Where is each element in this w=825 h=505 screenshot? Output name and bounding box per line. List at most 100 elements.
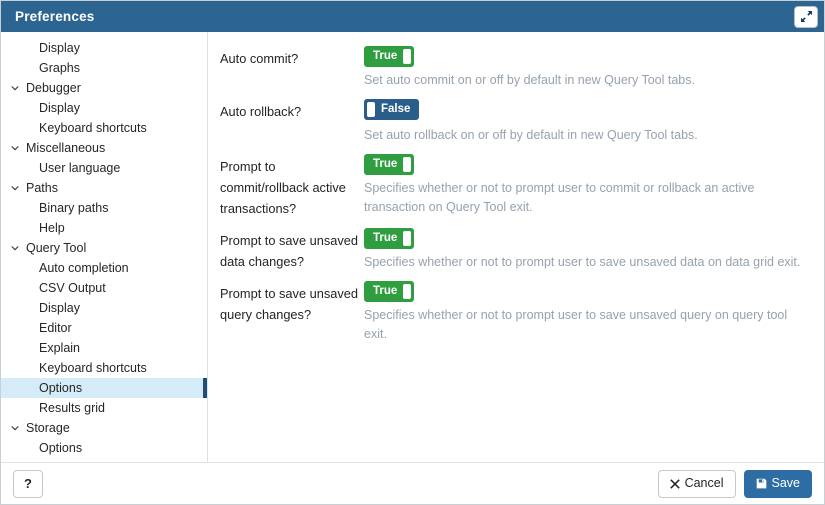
sidebar-item-display[interactable]: Display [1, 98, 207, 118]
toggle-switch[interactable]: False [364, 99, 420, 120]
save-button-label: Save [771, 476, 801, 491]
cancel-button-label: Cancel [684, 476, 724, 491]
sidebar-item-label: Miscellaneous [26, 140, 106, 155]
sidebar-item-label: Binary paths [39, 200, 109, 215]
sidebar-item-user-language[interactable]: User language [1, 158, 207, 178]
toggle-value-label: False [381, 102, 411, 115]
sidebar-item-options[interactable]: Options [1, 438, 207, 458]
sidebar-item-options[interactable]: Options [1, 378, 207, 398]
setting-control-group: True Specifies whether or not to prompt u… [364, 224, 812, 272]
chevron-down-icon[interactable] [8, 141, 22, 155]
sidebar-item-label: Keyboard shortcuts [39, 120, 147, 135]
sidebar-item-label: Graphs [39, 60, 80, 75]
chevron-down-icon[interactable] [8, 241, 22, 255]
toggle-knob [403, 157, 412, 172]
sidebar-item-display[interactable]: Display [1, 38, 207, 58]
toggle-value-label: True [373, 157, 398, 170]
setting-label: Prompt to save unsaved query changes? [220, 286, 358, 322]
titlebar-buttons [794, 5, 818, 28]
sidebar-item-keyboard-shortcuts[interactable]: Keyboard shortcuts [1, 358, 207, 378]
sidebar-item-label: Help [39, 220, 65, 235]
setting-control-group: True Specifies whether or not to prompt u… [364, 150, 812, 217]
dialog-footer: ? Cancel Save [1, 463, 824, 504]
toggle-switch[interactable]: True [364, 154, 415, 175]
chevron-down-icon[interactable] [8, 181, 22, 195]
setting-row: Prompt to save unsaved query changes? Tru… [220, 277, 812, 344]
toggle-knob [403, 231, 412, 246]
sidebar-item-label: Keyboard shortcuts [39, 360, 147, 375]
preferences-tree[interactable]: Display Graphs Debugger Display Keyboard sho… [1, 32, 208, 462]
sidebar-item-label: Results grid [39, 400, 105, 415]
setting-label: Auto rollback? [220, 104, 302, 119]
setting-control-group: True Specifies whether or not to prompt u… [364, 277, 812, 344]
setting-help-text: Specifies whether or not to prompt user … [364, 255, 801, 269]
sidebar-item-graphs[interactable]: Graphs [1, 58, 207, 78]
footer-actions: Cancel Save [657, 469, 812, 498]
setting-control-group: False Set auto rollback on or off by defa… [364, 95, 812, 145]
setting-help-text: Specifies whether or not to prompt user … [364, 308, 788, 341]
sidebar-item-label: Debugger [26, 80, 81, 95]
sidebar-item-auto-completion[interactable]: Auto completion [1, 258, 207, 278]
chevron-down-icon[interactable] [8, 81, 22, 95]
sidebar-item-binary-paths[interactable]: Binary paths [1, 198, 207, 218]
help-button[interactable]: ? [13, 469, 43, 498]
setting-help-text: Set auto commit on or off by default in … [364, 73, 695, 87]
toggle-knob [403, 284, 412, 299]
dialog-body: Display Graphs Debugger Display Keyboard sho… [1, 32, 824, 463]
sidebar-item-keyboard-shortcuts[interactable]: Keyboard shortcuts [1, 118, 207, 138]
sidebar-item-storage[interactable]: Storage [1, 418, 207, 438]
setting-help-text: Specifies whether or not to prompt user … [364, 181, 755, 214]
sidebar-item-explain[interactable]: Explain [1, 338, 207, 358]
setting-control-group: True Set auto commit on or off by default… [364, 42, 812, 90]
setting-label: Auto commit? [220, 51, 299, 66]
setting-help-text: Set auto rollback on or off by default i… [364, 128, 698, 142]
close-icon [669, 478, 680, 489]
setting-row: Auto commit? True Set auto commit on or of… [220, 42, 812, 90]
save-button[interactable]: Save [743, 469, 812, 498]
maximize-icon [800, 10, 813, 23]
setting-label: Prompt to commit/rollback active transac… [220, 159, 346, 216]
sidebar-item-label: Options [39, 380, 83, 395]
save-floppy-icon [756, 478, 767, 489]
sidebar-item-label: Query Tool [26, 240, 87, 255]
sidebar-item-help[interactable]: Help [1, 218, 207, 238]
sidebar-item-editor[interactable]: Editor [1, 318, 207, 338]
cancel-button[interactable]: Cancel [657, 469, 736, 498]
toggle-switch[interactable]: True [364, 281, 415, 302]
sidebar-item-label: Display [39, 300, 80, 315]
sidebar-item-miscellaneous[interactable]: Miscellaneous [1, 138, 207, 158]
toggle-value-label: True [373, 284, 398, 297]
setting-row: Prompt to save unsaved data changes? True… [220, 224, 812, 272]
sidebar-item-label: CSV Output [39, 280, 106, 295]
toggle-value-label: True [373, 49, 398, 62]
sidebar-item-label: Storage [26, 420, 70, 435]
setting-row: Prompt to commit/rollback active transac… [220, 150, 812, 219]
toggle-value-label: True [373, 231, 398, 244]
sidebar-item-debugger[interactable]: Debugger [1, 78, 207, 98]
sidebar-item-csv-output[interactable]: CSV Output [1, 278, 207, 298]
setting-row: Auto rollback? False Set auto rollback on … [220, 95, 812, 145]
setting-label: Prompt to save unsaved data changes? [220, 233, 358, 269]
sidebar-item-results-grid[interactable]: Results grid [1, 398, 207, 418]
settings-panel: Auto commit? True Set auto commit on or of… [208, 32, 824, 462]
chevron-down-icon[interactable] [8, 421, 22, 435]
sidebar-item-display[interactable]: Display [1, 298, 207, 318]
sidebar-item-label: Explain [39, 340, 80, 355]
dialog-titlebar: Preferences [1, 1, 824, 32]
toggle-switch[interactable]: True [364, 228, 415, 249]
preferences-dialog: Preferences Display Graphs Debugger Display… [0, 0, 825, 505]
sidebar-item-label: Editor [39, 320, 72, 335]
toggle-knob [403, 49, 412, 64]
sidebar-item-query-tool[interactable]: Query Tool [1, 238, 207, 258]
sidebar-item-label: Display [39, 40, 80, 55]
toggle-knob [367, 102, 375, 117]
sidebar-item-label: Display [39, 100, 80, 115]
dialog-title: Preferences [15, 8, 95, 24]
maximize-button[interactable] [794, 5, 818, 28]
sidebar-item-label: Auto completion [39, 260, 129, 275]
sidebar-item-label: User language [39, 160, 121, 175]
sidebar-item-paths[interactable]: Paths [1, 178, 207, 198]
toggle-switch[interactable]: True [364, 46, 415, 67]
sidebar-item-label: Paths [26, 180, 58, 195]
sidebar-item-label: Options [39, 440, 83, 455]
